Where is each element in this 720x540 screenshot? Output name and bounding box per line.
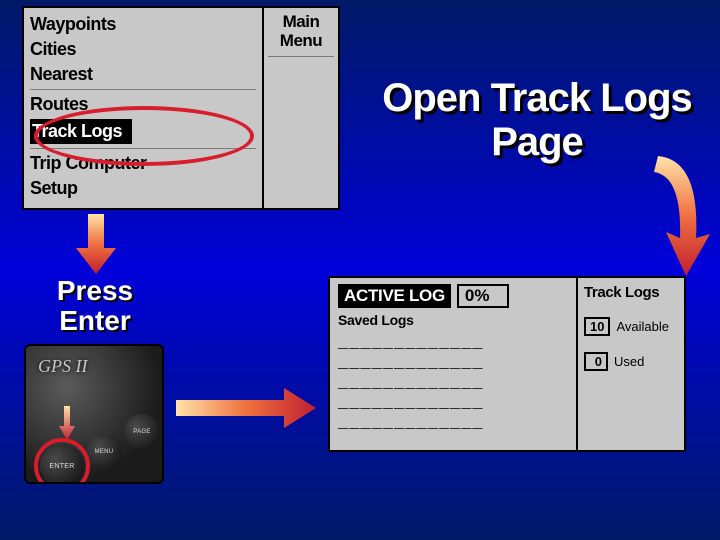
menu-item-trip-computer[interactable]: Trip Computer bbox=[30, 151, 256, 176]
active-log-percent: 0% bbox=[457, 284, 510, 308]
track-logs-panel: ACTIVE LOG 0% Saved Logs _____________ _… bbox=[328, 276, 686, 452]
arrow-curved-icon bbox=[648, 152, 716, 282]
track-logs-right: Track Logs 10 Available 0 Used bbox=[576, 278, 684, 450]
available-value: 10 bbox=[584, 317, 610, 336]
menu-title-line2: Menu bbox=[268, 31, 334, 50]
menu-right-pane: Main Menu bbox=[262, 8, 338, 208]
device-brand: GPS II bbox=[26, 346, 162, 377]
main-menu-panel: Waypoints Cities Nearest Routes Track Lo… bbox=[22, 6, 340, 210]
track-logs-left: ACTIVE LOG 0% Saved Logs _____________ _… bbox=[330, 278, 576, 450]
track-logs-header: ACTIVE LOG 0% bbox=[338, 284, 568, 308]
menu-item-waypoints[interactable]: Waypoints bbox=[30, 12, 256, 37]
menu-item-track-logs[interactable]: Track Logs bbox=[30, 119, 132, 144]
saved-log-slot[interactable]: _____________ bbox=[338, 414, 568, 434]
saved-log-slot[interactable]: _____________ bbox=[338, 374, 568, 394]
arrow-down-icon bbox=[76, 214, 116, 274]
menu-list: Waypoints Cities Nearest Routes Track Lo… bbox=[24, 8, 262, 208]
saved-log-slot[interactable]: _____________ bbox=[338, 334, 568, 354]
arrow-right-icon bbox=[176, 388, 316, 428]
menu-title-line1: Main bbox=[268, 12, 334, 31]
device-menu-button[interactable]: MENU bbox=[86, 434, 122, 470]
saved-logs-label: Saved Logs bbox=[338, 312, 568, 328]
device-enter-button[interactable]: ENTER bbox=[40, 444, 84, 484]
used-value: 0 bbox=[584, 352, 608, 371]
arrow-small-down-icon bbox=[59, 406, 75, 445]
used-label: Used bbox=[614, 354, 644, 369]
menu-divider bbox=[30, 148, 256, 149]
saved-log-slot[interactable]: _____________ bbox=[338, 354, 568, 374]
menu-item-routes[interactable]: Routes bbox=[30, 92, 256, 117]
press-enter-label: Press Enter bbox=[30, 276, 160, 336]
active-log-chip[interactable]: ACTIVE LOG bbox=[338, 284, 451, 308]
menu-item-setup[interactable]: Setup bbox=[30, 176, 256, 201]
device-photo: GPS II ENTER MENU PAGE bbox=[24, 344, 164, 484]
menu-divider bbox=[30, 89, 256, 90]
saved-log-slot[interactable]: _____________ bbox=[338, 394, 568, 414]
menu-right-separator bbox=[268, 56, 334, 57]
headline: Open Track Logs Page bbox=[372, 76, 702, 164]
menu-item-cities[interactable]: Cities bbox=[30, 37, 256, 62]
track-logs-title: Track Logs bbox=[584, 284, 678, 301]
menu-item-nearest[interactable]: Nearest bbox=[30, 62, 256, 87]
used-field: 0 Used bbox=[584, 352, 678, 371]
available-field: 10 Available bbox=[584, 317, 678, 336]
device-page-button[interactable]: PAGE bbox=[124, 414, 160, 450]
available-label: Available bbox=[616, 319, 669, 334]
